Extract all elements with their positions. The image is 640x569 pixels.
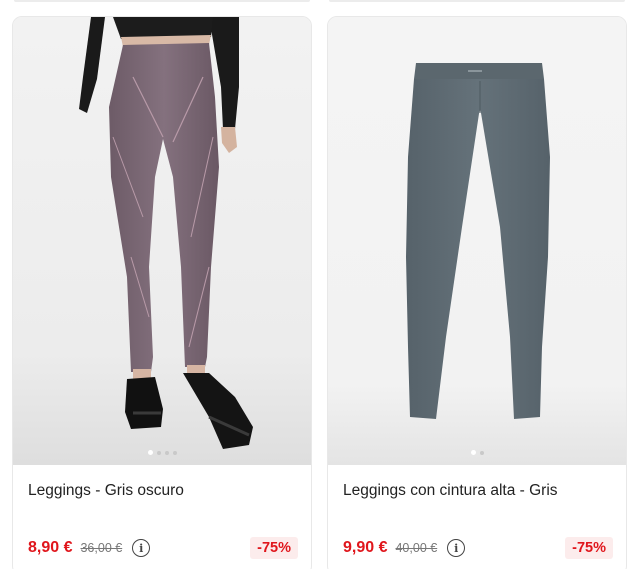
previous-card-edge — [329, 0, 625, 2]
carousel-dot[interactable] — [479, 450, 484, 455]
previous-card-edge — [14, 0, 310, 2]
current-price: 9,90 € — [343, 539, 388, 556]
product-image[interactable] — [328, 17, 626, 465]
product-title[interactable]: Leggings con cintura alta - Gris — [343, 482, 558, 500]
product-card[interactable]: Leggings - Gris oscuro 8,90 € 36,00 € i … — [12, 16, 312, 569]
leggings-model-illustration — [13, 17, 311, 465]
info-icon[interactable]: i — [132, 539, 151, 557]
product-image[interactable] — [13, 17, 311, 465]
info-icon[interactable]: i — [447, 539, 466, 557]
original-price: 36,00 € — [80, 541, 123, 555]
carousel-indicator[interactable] — [328, 450, 626, 455]
carousel-dot[interactable] — [156, 450, 161, 455]
current-price: 8,90 € — [28, 539, 73, 556]
product-title[interactable]: Leggings - Gris oscuro — [28, 482, 184, 500]
carousel-dot[interactable] — [147, 450, 153, 455]
discount-badge: -75% — [250, 537, 298, 559]
original-price: 40,00 € — [395, 541, 438, 555]
leggings-flat-illustration — [328, 17, 626, 465]
carousel-dot[interactable] — [470, 450, 476, 455]
product-card[interactable]: Leggings con cintura alta - Gris 9,90 € … — [327, 16, 627, 569]
price-row: 9,90 € 40,00 € i -75% — [343, 535, 613, 561]
price-row: 8,90 € 36,00 € i -75% — [28, 535, 298, 561]
carousel-dot[interactable] — [164, 450, 169, 455]
carousel-dot[interactable] — [172, 450, 177, 455]
carousel-indicator[interactable] — [13, 450, 311, 455]
discount-badge: -75% — [565, 537, 613, 559]
